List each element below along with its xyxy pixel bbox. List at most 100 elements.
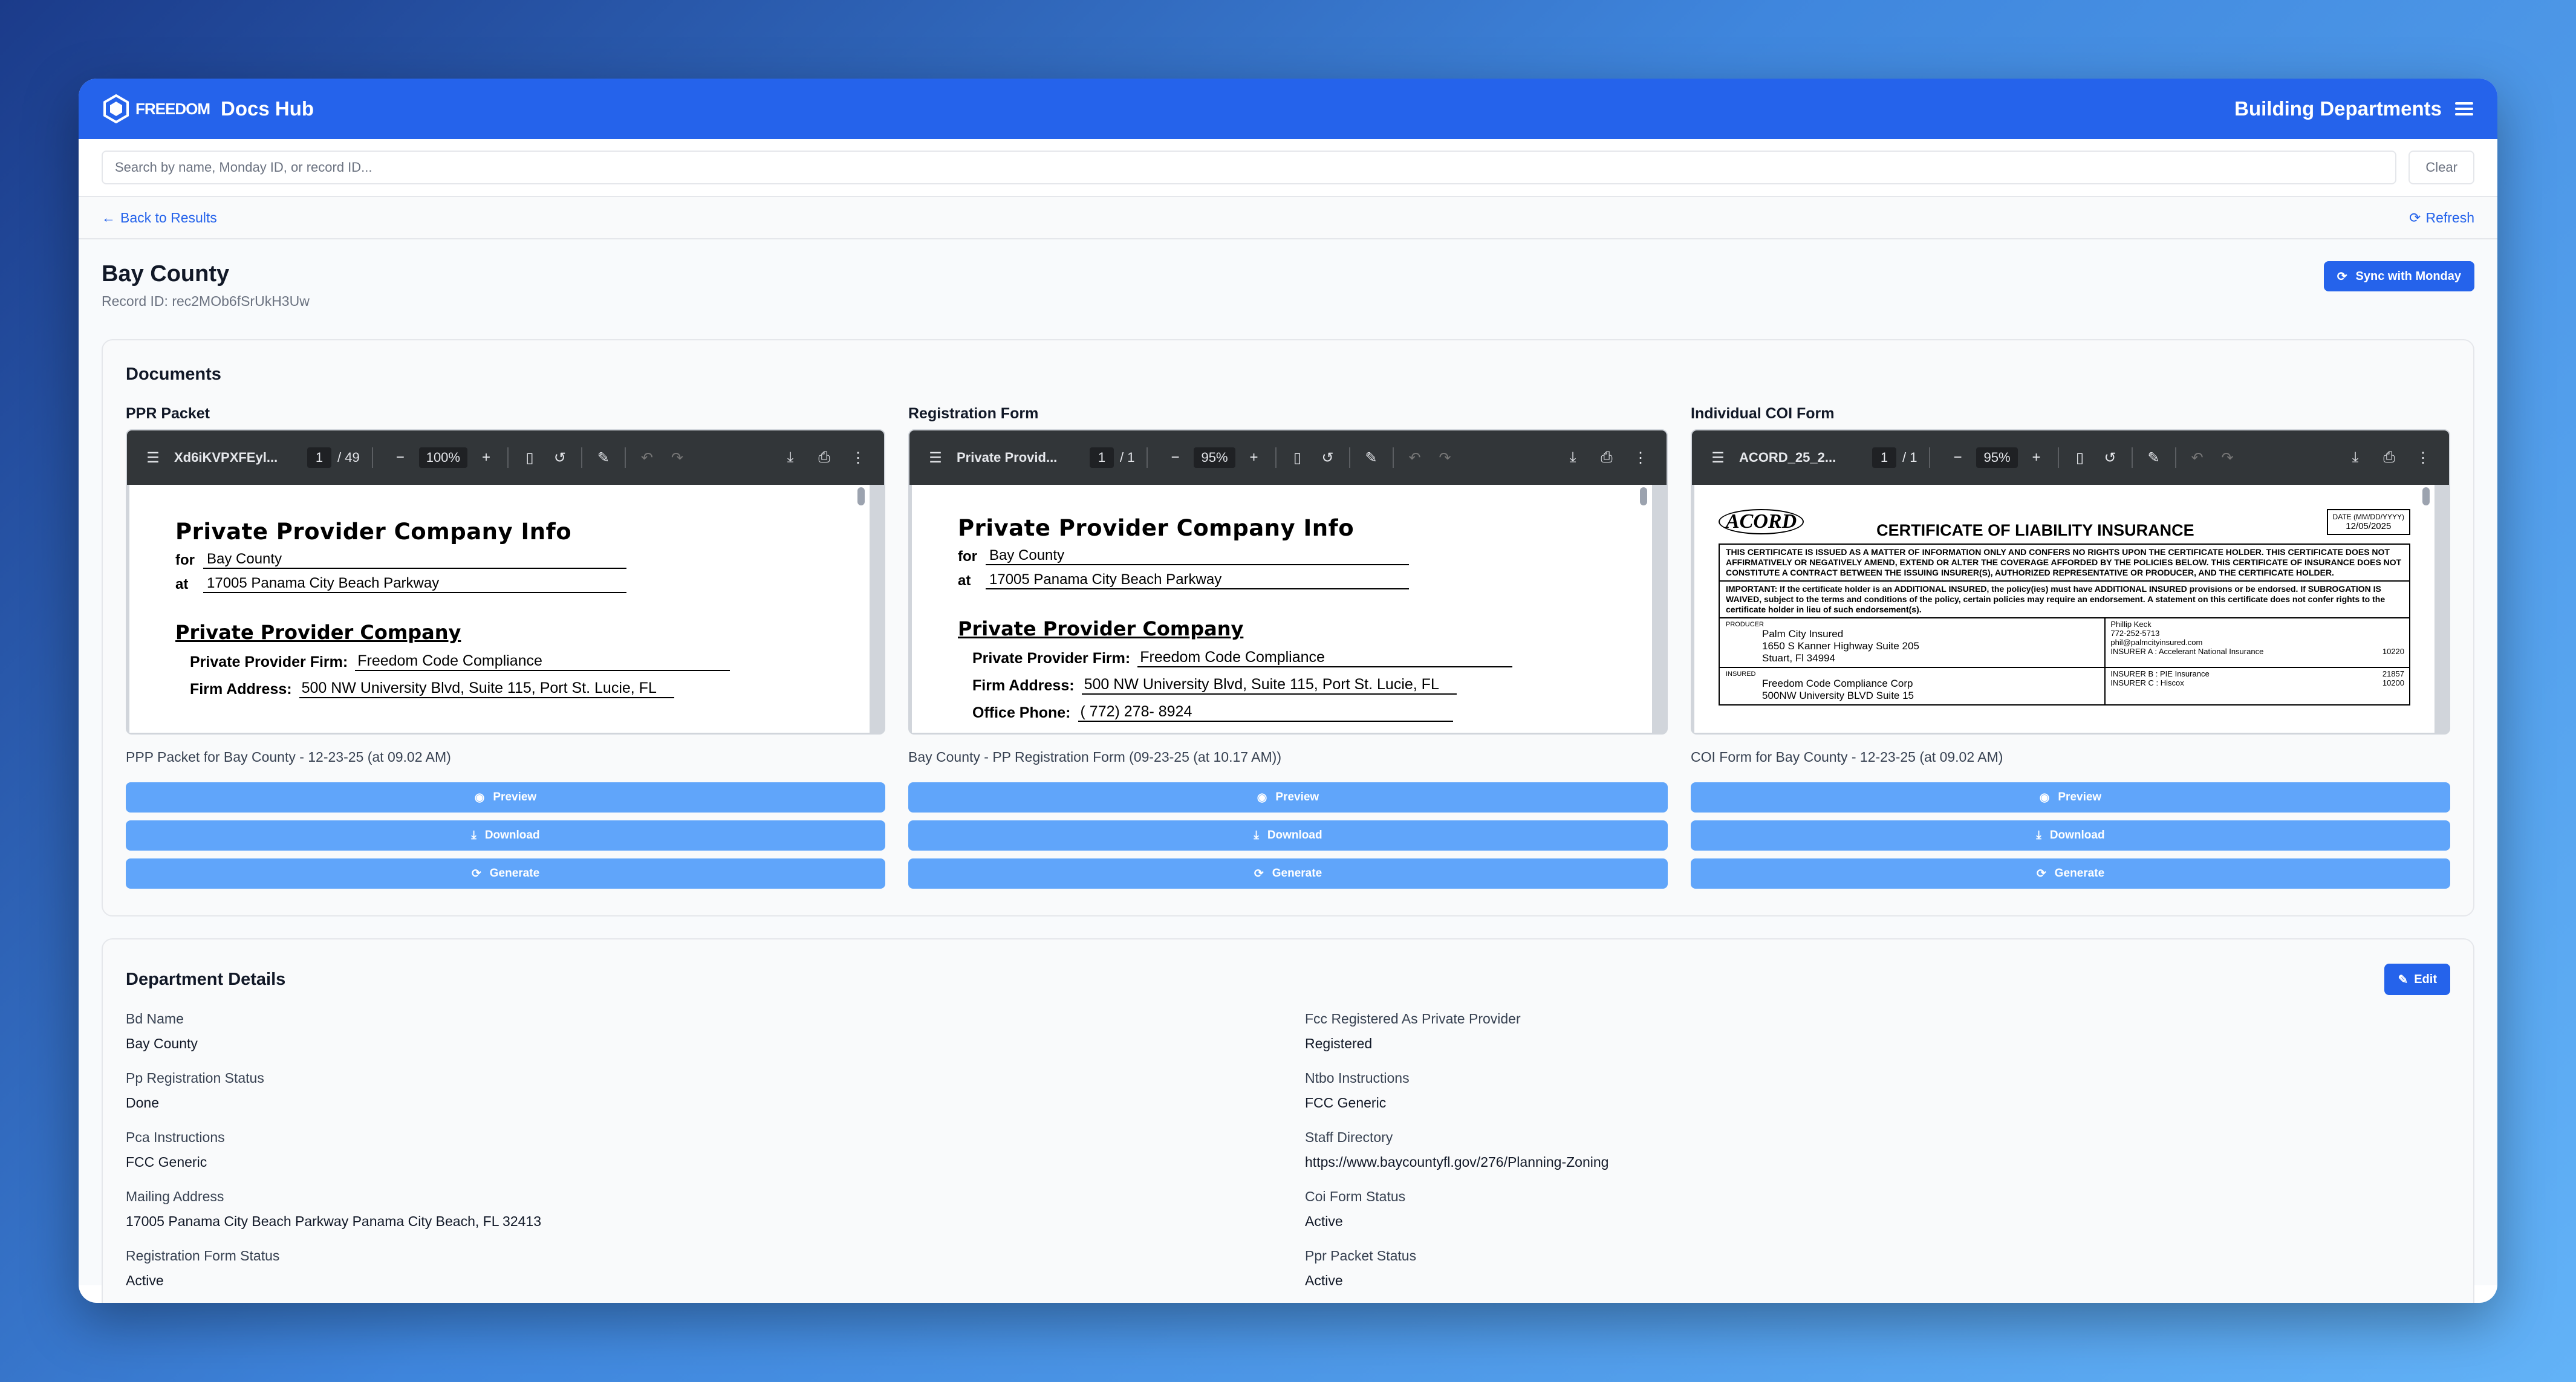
- pdf-viewer[interactable]: ☰ ACORD_25_2... 1 / 1 − 95% + ▯ ↺ ✎ ↶ ↷ …: [1691, 429, 2450, 735]
- preview-button[interactable]: ◉ Preview: [908, 782, 1668, 813]
- download-label: Download: [1267, 829, 1322, 842]
- redo-icon[interactable]: ↷: [1436, 449, 1454, 467]
- annotate-icon[interactable]: ✎: [2145, 449, 2163, 467]
- undo-icon[interactable]: ↶: [2188, 449, 2207, 467]
- refresh-icon: ⟳: [2036, 867, 2046, 880]
- undo-icon[interactable]: ↶: [638, 449, 656, 467]
- details-grid: Bd Name Bay County Fcc Registered As Priv…: [126, 1011, 2450, 1289]
- refresh-link[interactable]: ⟳ Refresh: [2409, 210, 2474, 226]
- sidebar-menu-icon[interactable]: ☰: [1709, 449, 1727, 467]
- zoom-out-icon[interactable]: −: [391, 449, 409, 466]
- refresh-label: Refresh: [2425, 209, 2474, 225]
- document-caption: COI Form for Bay County - 12-23-25 (at 0…: [1691, 749, 2003, 765]
- download-icon[interactable]: ⤓: [2346, 449, 2364, 467]
- generate-button[interactable]: ⟳ Generate: [126, 858, 885, 889]
- edit-button[interactable]: ✎ Edit: [2384, 964, 2450, 995]
- redo-icon[interactable]: ↷: [668, 449, 686, 467]
- preview-button[interactable]: ◉ Preview: [126, 782, 885, 813]
- pdf-toolbar: ☰ Private Provid... 1 / 1 − 95% + ▯ ↺ ✎ …: [909, 430, 1667, 485]
- page-number-input[interactable]: 1: [1872, 447, 1896, 468]
- zoom-in-icon[interactable]: +: [1245, 449, 1263, 466]
- zoom-out-icon[interactable]: −: [1948, 449, 1966, 466]
- annotate-icon[interactable]: ✎: [1362, 449, 1381, 467]
- pdf-scrollbar[interactable]: [857, 485, 866, 733]
- redo-icon[interactable]: ↷: [2219, 449, 2237, 467]
- search-input[interactable]: Search by name, Monday ID, or record ID.…: [102, 151, 2397, 184]
- print-icon[interactable]: ⎙: [1598, 449, 1616, 467]
- zoom-level[interactable]: 100%: [418, 447, 467, 468]
- pdf-viewer[interactable]: ☰ Private Provid... 1 / 1 − 95% + ▯ ↺ ✎ …: [908, 429, 1668, 735]
- download-icon[interactable]: ⤓: [781, 449, 799, 467]
- download-button[interactable]: ⤓ Download: [1691, 820, 2450, 851]
- generate-label: Generate: [489, 867, 540, 880]
- detail-field: Registration Form Status Active: [126, 1248, 1305, 1289]
- zoom-level[interactable]: 95%: [1194, 447, 1235, 468]
- record-id: Record ID: rec2MOb6fSrUkH3Uw: [102, 293, 310, 309]
- address-label: Firm Address:: [190, 681, 292, 698]
- document-label: PPR Packet: [126, 405, 210, 422]
- print-icon[interactable]: ⎙: [815, 449, 833, 467]
- download-icon: ⤓: [1254, 829, 1259, 842]
- download-button[interactable]: ⤓ Download: [908, 820, 1668, 851]
- pdf-page: Private Provider Company Info for Bay Cou…: [129, 485, 870, 733]
- annotate-icon[interactable]: ✎: [594, 449, 613, 467]
- download-button[interactable]: ⤓ Download: [126, 820, 885, 851]
- detail-field: Pp Registration Status Done: [126, 1070, 1305, 1111]
- document-label: Registration Form: [908, 405, 1039, 422]
- pdf-scrollbar[interactable]: [2422, 485, 2431, 733]
- eye-icon: ◉: [1257, 791, 1267, 804]
- sync-with-monday-button[interactable]: ⟳ Sync with Monday: [2323, 261, 2474, 291]
- zoom-in-icon[interactable]: +: [2028, 449, 2046, 466]
- page-number-input[interactable]: 1: [307, 447, 331, 468]
- at-label: at: [175, 576, 189, 592]
- staff-directory-link[interactable]: https://www.baycountyfl.gov/276/Planning…: [1305, 1154, 2454, 1170]
- download-icon[interactable]: ⤓: [1564, 449, 1582, 467]
- back-to-results-link[interactable]: ← Back to Results: [102, 210, 217, 226]
- for-value: Bay County: [203, 551, 626, 569]
- detail-field: Staff Directory https://www.baycountyfl.g…: [1305, 1129, 2454, 1170]
- coi-date-box: DATE (MM/DD/YYYY) 12/05/2025: [2326, 509, 2410, 535]
- zoom-level[interactable]: 95%: [1976, 447, 2018, 468]
- brand-wordmark: FREEDOM: [135, 100, 210, 118]
- fit-page-icon[interactable]: ▯: [521, 449, 539, 467]
- clear-button[interactable]: Clear: [2408, 151, 2474, 184]
- field-label: Pp Registration Status: [126, 1070, 264, 1086]
- rotate-icon[interactable]: ↺: [1319, 449, 1337, 467]
- more-options-icon[interactable]: ⋮: [1631, 449, 1650, 467]
- page-number-input[interactable]: 1: [1090, 447, 1114, 468]
- firm-value: Freedom Code Compliance: [1137, 649, 1513, 667]
- rotate-icon[interactable]: ↺: [2101, 449, 2119, 467]
- app-title: Docs Hub: [221, 97, 314, 120]
- firm-label: Private Provider Firm:: [190, 654, 348, 670]
- menu-icon[interactable]: [2455, 102, 2473, 115]
- rotate-icon[interactable]: ↺: [551, 449, 569, 467]
- generate-button[interactable]: ⟳ Generate: [1691, 858, 2450, 889]
- pdf-page: ACORD CERTIFICATE OF LIABILITY INSURANCE…: [1694, 485, 2435, 733]
- zoom-out-icon[interactable]: −: [1166, 449, 1184, 466]
- fit-page-icon[interactable]: ▯: [1289, 449, 1307, 467]
- more-options-icon[interactable]: ⋮: [2414, 449, 2432, 467]
- print-icon[interactable]: ⎙: [2380, 449, 2398, 467]
- zoom-in-icon[interactable]: +: [477, 449, 495, 466]
- address-label: Firm Address:: [972, 677, 1075, 694]
- undo-icon[interactable]: ↶: [1406, 449, 1424, 467]
- document-caption: PPP Packet for Bay County - 12-23-25 (at…: [126, 749, 451, 765]
- sidebar-menu-icon[interactable]: ☰: [144, 449, 162, 467]
- document-caption: Bay County - PP Registration Form (09-23…: [908, 749, 1282, 765]
- brand-logo[interactable]: FREEDOM: [103, 94, 210, 123]
- field-value: 17005 Panama City Beach Parkway Panama C…: [126, 1213, 541, 1229]
- coi-title: CERTIFICATE OF LIABILITY INSURANCE: [1876, 521, 2194, 539]
- pdf-scrollbar[interactable]: [1640, 485, 1648, 733]
- pdf-toolbar: ☰ Xd6iKVPXFEyl... 1 / 49 − 100% + ▯ ↺ ✎ …: [127, 430, 884, 485]
- pdf-viewer[interactable]: ☰ Xd6iKVPXFEyl... 1 / 49 − 100% + ▯ ↺ ✎ …: [126, 429, 885, 735]
- coi-important: IMPORTANT: If the certificate holder is …: [1719, 582, 2410, 618]
- field-label: Fcc Registered As Private Provider: [1305, 1011, 1521, 1027]
- more-options-icon[interactable]: ⋮: [849, 449, 867, 467]
- preview-button[interactable]: ◉ Preview: [1691, 782, 2450, 813]
- sidebar-menu-icon[interactable]: ☰: [926, 449, 945, 467]
- generate-button[interactable]: ⟳ Generate: [908, 858, 1668, 889]
- producer-name: Palm City Insured: [1762, 628, 1844, 640]
- fit-page-icon[interactable]: ▯: [2071, 449, 2089, 467]
- field-value: Bay County: [126, 1036, 198, 1051]
- field-label: Ntbo Instructions: [1305, 1070, 1410, 1086]
